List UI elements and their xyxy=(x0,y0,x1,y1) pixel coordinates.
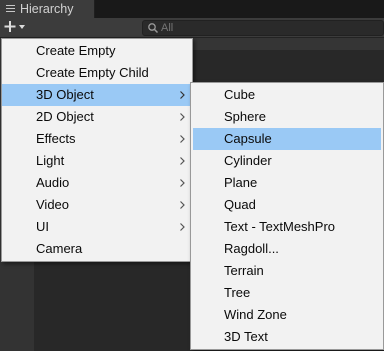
menu-item-label: Terrain xyxy=(224,263,264,278)
chevron-right-icon xyxy=(180,179,185,187)
chevron-right-icon xyxy=(180,135,185,143)
chevron-right-icon xyxy=(180,91,185,99)
submenu-item-3d-text[interactable]: 3D Text xyxy=(191,326,383,348)
menu-item-label: UI xyxy=(36,219,49,234)
chevron-right-icon xyxy=(180,223,185,231)
menu-item-label: Text - TextMeshPro xyxy=(224,219,336,234)
menu-item-camera[interactable]: Camera xyxy=(2,238,192,260)
menu-item-label: Tree xyxy=(224,285,251,300)
submenu-item-plane[interactable]: Plane xyxy=(191,172,383,194)
menu-item-video[interactable]: Video xyxy=(2,194,192,216)
menu-item-label: Create Empty xyxy=(36,43,116,58)
submenu-item-ragdoll[interactable]: Ragdoll... xyxy=(191,238,383,260)
tab-bar: Hierarchy xyxy=(0,0,384,18)
menu-item-label: Cube xyxy=(224,87,256,102)
3d-object-submenu: Cube Sphere Capsule Cylinder Plane Quad … xyxy=(190,82,384,350)
submenu-item-text-textmeshpro[interactable]: Text - TextMeshPro xyxy=(191,216,383,238)
menu-item-label: Cylinder xyxy=(224,153,272,168)
menu-item-light[interactable]: Light xyxy=(2,150,192,172)
menu-item-create-empty-child[interactable]: Create Empty Child xyxy=(2,62,192,84)
menu-item-label: Quad xyxy=(224,197,256,212)
menu-item-create-empty[interactable]: Create Empty xyxy=(2,40,192,62)
menu-item-3d-object[interactable]: 3D Object xyxy=(2,84,192,106)
submenu-item-cylinder[interactable]: Cylinder xyxy=(191,150,383,172)
chevron-right-icon xyxy=(180,201,185,209)
menu-item-ui[interactable]: UI xyxy=(2,216,192,238)
menu-item-label: Capsule xyxy=(224,131,272,146)
menu-item-label: 3D Text xyxy=(224,329,268,344)
chevron-right-icon xyxy=(180,113,185,121)
menu-item-label: Effects xyxy=(36,131,76,146)
menu-item-label: Audio xyxy=(36,175,70,190)
menu-item-audio[interactable]: Audio xyxy=(2,172,192,194)
hamburger-menu-icon xyxy=(6,5,15,13)
submenu-item-terrain[interactable]: Terrain xyxy=(191,260,383,282)
menu-item-label: Camera xyxy=(36,241,83,256)
menu-item-label: Sphere xyxy=(224,109,266,124)
menu-item-label: Plane xyxy=(224,175,258,190)
hierarchy-toolbar xyxy=(0,18,384,38)
chevron-right-icon xyxy=(180,157,185,165)
menu-item-label: Create Empty Child xyxy=(36,65,149,80)
menu-item-label: Light xyxy=(36,153,65,168)
submenu-item-capsule[interactable]: Capsule xyxy=(193,128,381,150)
menu-item-label: Ragdoll... xyxy=(224,241,279,256)
chevron-down-icon xyxy=(19,25,25,29)
create-menu: Create Empty Create Empty Child 3D Objec… xyxy=(1,38,193,262)
menu-item-effects[interactable]: Effects xyxy=(2,128,192,150)
menu-item-label: 2D Object xyxy=(36,109,94,124)
search-icon xyxy=(148,23,159,34)
submenu-item-cube[interactable]: Cube xyxy=(191,84,383,106)
search-input[interactable] xyxy=(161,21,371,35)
menu-item-label: Video xyxy=(36,197,70,212)
submenu-item-quad[interactable]: Quad xyxy=(191,194,383,216)
submenu-item-wind-zone[interactable]: Wind Zone xyxy=(191,304,383,326)
plus-icon xyxy=(4,21,25,32)
add-object-button[interactable] xyxy=(2,19,32,35)
menu-item-2d-object[interactable]: 2D Object xyxy=(2,106,192,128)
search-field[interactable] xyxy=(142,20,384,36)
menu-item-label: Wind Zone xyxy=(224,307,287,322)
submenu-item-sphere[interactable]: Sphere xyxy=(191,106,383,128)
tab-hierarchy-label: Hierarchy xyxy=(20,2,74,16)
menu-item-label: 3D Object xyxy=(36,87,94,102)
submenu-item-tree[interactable]: Tree xyxy=(191,282,383,304)
tab-hierarchy[interactable]: Hierarchy xyxy=(0,0,95,18)
